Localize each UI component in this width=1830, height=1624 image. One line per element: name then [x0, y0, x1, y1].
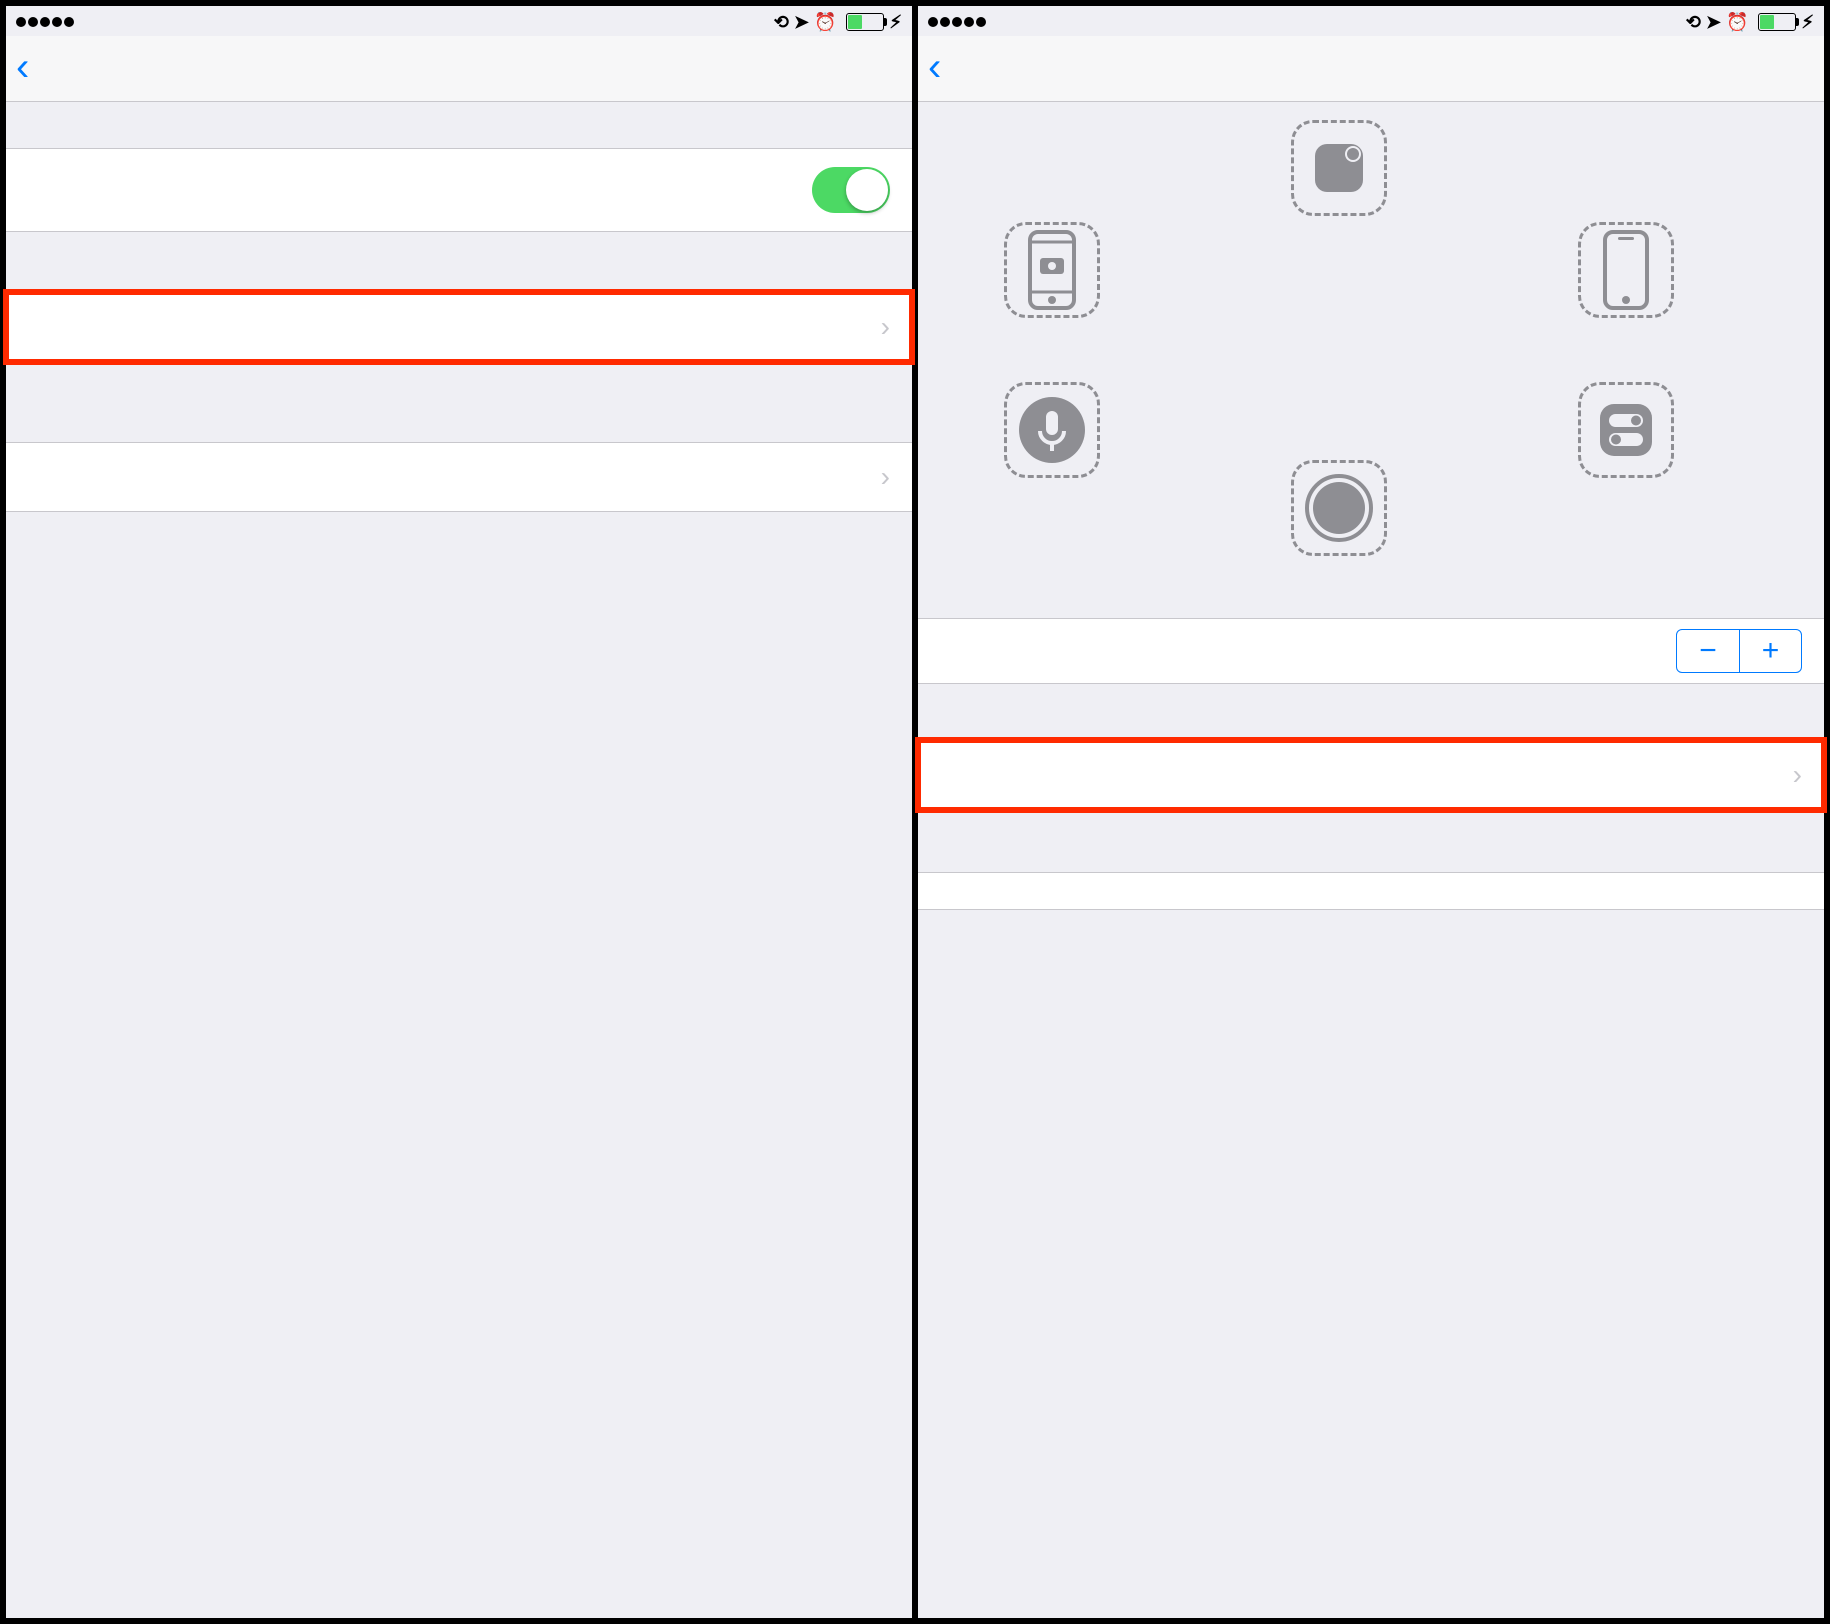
menu-icon-device[interactable]	[1578, 222, 1674, 326]
chevron-right-icon: ›	[1793, 759, 1802, 791]
status-right: ⟲ ➤ ⏰ ⚡︎	[774, 12, 902, 33]
3d-touch-description	[918, 810, 1824, 824]
custom-gestures-header	[6, 362, 912, 442]
battery-icon	[1758, 13, 1796, 31]
chevron-left-icon: ‹	[16, 47, 29, 87]
location-icon: ➤	[1706, 12, 1721, 33]
battery-icon	[846, 13, 884, 31]
menu-icons-grid	[918, 102, 1824, 618]
menu-icon-home[interactable]	[1291, 460, 1387, 564]
charging-icon: ⚡︎	[1801, 12, 1814, 33]
chevron-right-icon: ›	[881, 311, 890, 343]
signal-dots	[928, 11, 988, 33]
menu-icon-control-center[interactable]	[1578, 382, 1674, 486]
control-center-icon	[1594, 398, 1658, 462]
menu-icon-screenshot[interactable]	[1004, 222, 1100, 326]
chevron-right-icon: ›	[881, 461, 890, 493]
home-icon	[1303, 472, 1375, 544]
location-icon: ➤	[794, 12, 809, 33]
menu-icon-notification-center[interactable]	[1291, 120, 1387, 224]
menu-icon-siri[interactable]	[1004, 382, 1100, 486]
status-bar: ⟲ ➤ ⏰ ⚡︎	[6, 6, 912, 36]
right-phone: ⟲ ➤ ⏰ ⚡︎ ‹	[918, 6, 1824, 1618]
screenshots-container: ⟲ ➤ ⏰ ⚡︎ ‹ ›	[0, 0, 1830, 1624]
left-phone: ⟲ ➤ ⏰ ⚡︎ ‹ ›	[6, 6, 912, 1618]
reset-button[interactable]	[918, 872, 1824, 910]
assistivetouch-description	[6, 232, 912, 246]
create-new-gesture-row[interactable]: ›	[6, 442, 912, 512]
status-right: ⟲ ➤ ⏰ ⚡︎	[1686, 12, 1814, 33]
alarm-icon: ⏰	[814, 12, 836, 33]
nav-bar: ‹	[918, 36, 1824, 102]
status-bar: ⟲ ➤ ⏰ ⚡︎	[918, 6, 1824, 36]
back-button[interactable]: ‹	[918, 51, 943, 87]
3d-touch-action-row[interactable]: ›	[918, 740, 1824, 810]
decrement-button[interactable]: −	[1677, 630, 1739, 672]
nav-bar: ‹	[6, 36, 912, 102]
orientation-lock-icon: ⟲	[1686, 12, 1701, 33]
signal-dots	[16, 11, 76, 33]
custom-gestures-description	[6, 512, 912, 526]
icon-count-row: − +	[918, 618, 1824, 684]
charging-icon: ⚡︎	[889, 12, 902, 33]
siri-icon	[1017, 395, 1087, 465]
chevron-left-icon: ‹	[928, 47, 941, 87]
icon-count-stepper: − +	[1676, 629, 1802, 673]
customize-top-level-menu-row[interactable]: ›	[6, 292, 912, 362]
alarm-icon: ⏰	[1726, 12, 1748, 33]
toggle-switch[interactable]	[812, 167, 890, 213]
assistivetouch-toggle-row[interactable]	[6, 148, 912, 232]
notification-center-icon	[1307, 136, 1371, 200]
screenshot-icon	[1024, 230, 1080, 310]
device-icon	[1601, 230, 1651, 310]
back-button[interactable]: ‹	[6, 51, 31, 87]
orientation-lock-icon: ⟲	[774, 12, 789, 33]
increment-button[interactable]: +	[1739, 630, 1801, 672]
